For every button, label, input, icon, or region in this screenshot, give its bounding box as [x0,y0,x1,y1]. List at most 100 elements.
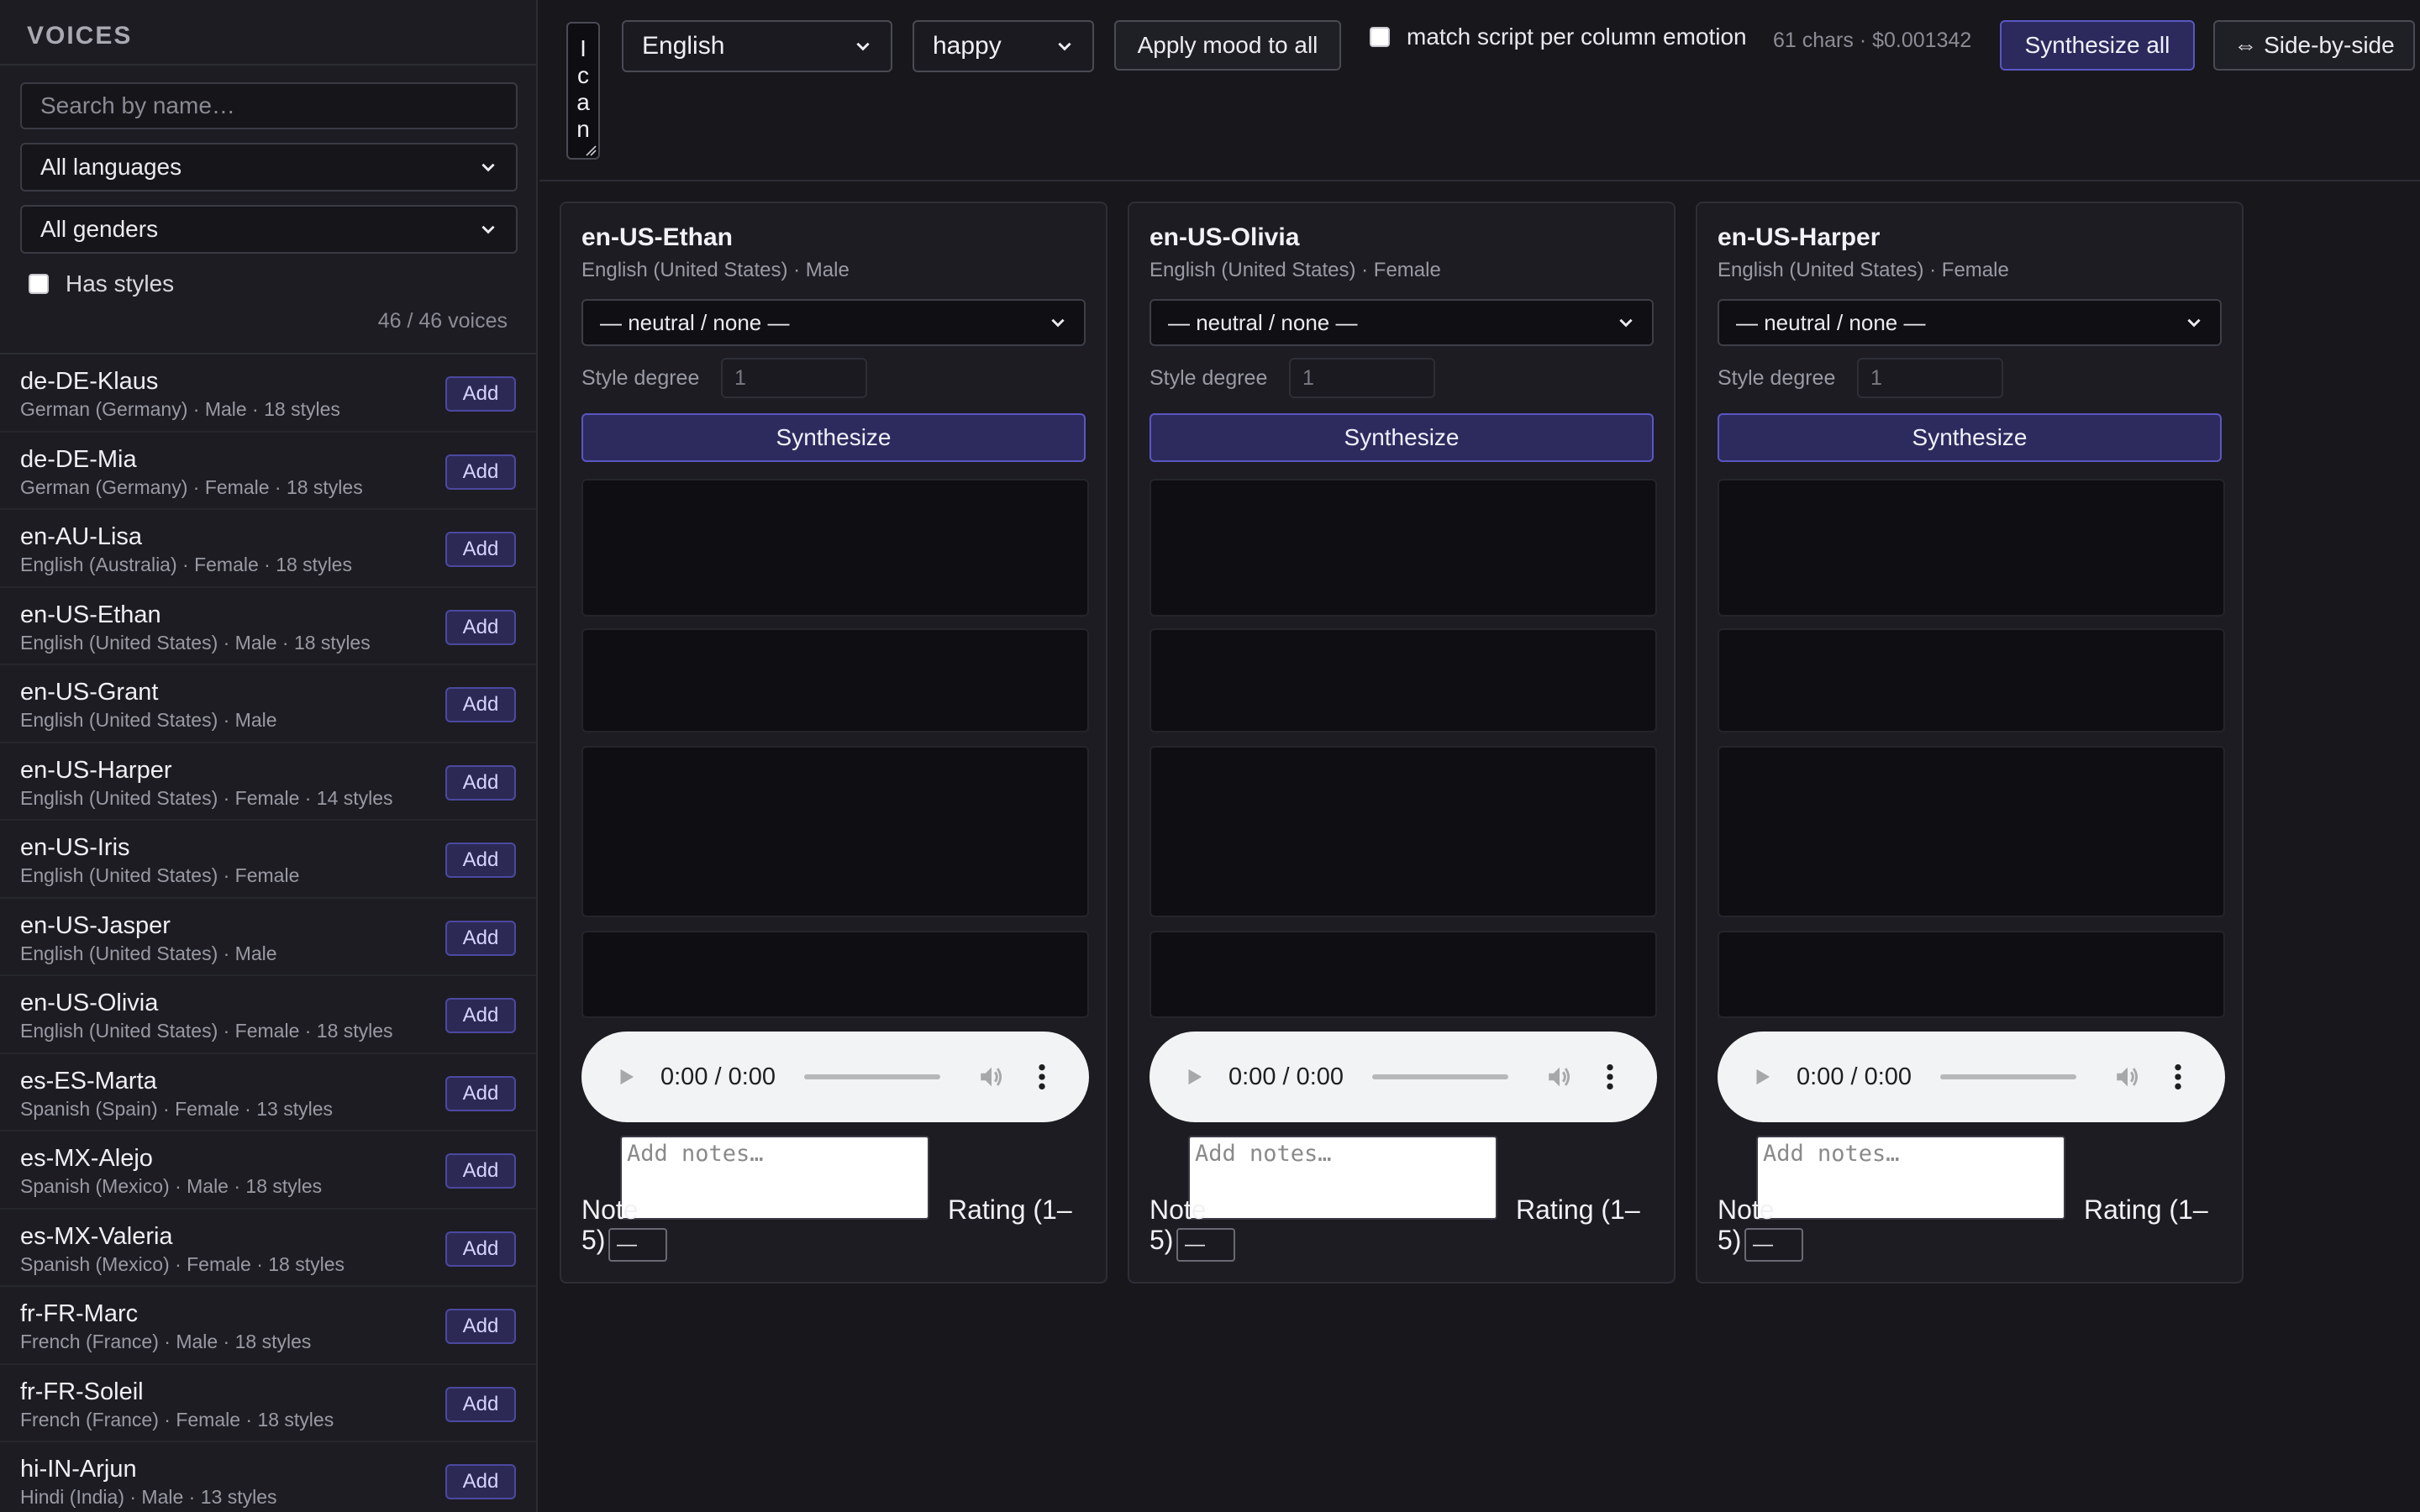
synthesize-button[interactable]: Synthesize [581,413,1086,462]
audio-seek-bar[interactable] [804,1074,941,1079]
rating-label-end: 5) [581,1225,606,1255]
voice-name: es-ES-Marta [20,1067,157,1095]
style-degree-input[interactable]: 1 [1857,358,2003,398]
voice-list-item: es-ES-Marta Spanish (Spain) · Female · 1… [0,1054,536,1131]
add-voice-button[interactable]: Add [445,1464,516,1499]
add-voice-button[interactable]: Add [445,920,516,956]
synthesize-button[interactable]: Synthesize [1150,413,1654,462]
voices-sidebar: VOICES All languages All genders Has sty… [0,0,538,1512]
style-select[interactable]: — neutral / none — [1718,299,2222,346]
audio-seek-bar[interactable] [1372,1074,1509,1079]
voice-meta: Hindi (India) · Male · 13 styles [20,1486,277,1508]
style-select[interactable]: — neutral / none — [1150,299,1654,346]
play-icon[interactable] [615,1066,637,1088]
output-panel [1150,479,1657,617]
synthesize-all-button[interactable]: Synthesize all [2000,20,2195,71]
voice-search-input[interactable] [20,82,518,129]
voice-column: en-US-Olivia English (United States) · F… [1128,202,1676,1284]
style-degree-input[interactable]: 1 [721,358,867,398]
style-degree-label: Style degree [1150,366,1268,390]
cost-estimate: 61 chars · $0.001342 [1773,29,1972,52]
add-voice-button[interactable]: Add [445,764,516,801]
add-voice-button[interactable]: Add [445,687,516,722]
match-script-label: match script per column emotion [1407,24,1747,50]
chevron-down-icon [1051,318,1065,328]
mood-select[interactable]: happy [913,20,1094,72]
audio-player: 0:00 / 0:00 [581,1032,1089,1122]
play-icon[interactable] [1751,1066,1773,1088]
side-by-side-button[interactable]: ⇔ Side-by-side [2213,20,2415,71]
voice-meta: German (Germany) · Male · 18 styles [20,398,340,420]
audio-time: 0:00 / 0:00 [1228,1063,1344,1090]
more-options-icon[interactable] [1606,1063,1614,1091]
rating-label-end: 5) [1150,1225,1174,1255]
add-voice-button[interactable]: Add [445,532,516,567]
rating-select[interactable]: — [608,1228,667,1262]
volume-icon[interactable] [2113,1063,2142,1091]
voice-name: en-AU-Lisa [20,523,143,550]
notes-textarea[interactable] [1756,1136,2065,1220]
language-filter-select[interactable]: All languages [20,143,518,192]
add-voice-button[interactable]: Add [445,454,516,490]
audio-seek-bar[interactable] [1940,1074,2077,1079]
voice-meta: Spanish (Mexico) · Female · 18 styles [20,1252,345,1275]
add-voice-button[interactable]: Add [445,376,516,412]
add-voice-button[interactable]: Add [445,998,516,1033]
notes-label: Note [1150,1194,1207,1225]
voice-meta: Spanish (Mexico) · Male · 18 styles [20,1175,323,1197]
rating-label-end: 5) [1718,1225,1742,1255]
rating-select[interactable]: — [1744,1228,1803,1262]
has-styles-filter[interactable]: Has styles [20,270,516,297]
resize-grip-icon[interactable] [585,144,597,156]
add-voice-button[interactable]: Add [445,1309,516,1344]
language-select[interactable]: English [622,20,892,72]
voice-column: en-US-Ethan English (United States) · Ma… [560,202,1107,1284]
voice-meta: German (Germany) · Female · 18 styles [20,475,363,498]
voice-meta: French (France) · Male · 18 styles [20,1331,312,1352]
script-char: I [580,35,587,61]
voice-list-item: en-US-Olivia English (United States) · F… [0,976,536,1054]
voice-name: en-US-Harper [20,756,172,784]
add-voice-button[interactable]: Add [445,1386,516,1422]
add-voice-button[interactable]: Add [445,1075,516,1111]
output-panel [581,628,1089,732]
add-voice-button[interactable]: Add [445,843,516,878]
more-options-icon[interactable] [1038,1063,1046,1091]
gender-filter-select[interactable]: All genders [20,205,518,254]
synthesize-button[interactable]: Synthesize [1718,413,2222,462]
style-select-value: — neutral / none — [600,309,790,335]
column-voice-meta: English (United States) · Female [1150,259,1441,281]
has-styles-checkbox[interactable] [29,274,49,294]
volume-icon[interactable] [1545,1063,1574,1091]
has-styles-label: Has styles [66,270,175,297]
add-voice-button[interactable]: Add [445,1231,516,1267]
add-voice-button[interactable]: Add [445,609,516,645]
sidebar-title: VOICES [27,22,133,50]
chevron-down-icon [1058,42,1071,51]
style-select[interactable]: — neutral / none — [581,299,1086,346]
style-degree-input[interactable]: 1 [1289,358,1435,398]
voice-list-item: en-US-Jasper English (United States) · M… [0,899,536,976]
script-textarea[interactable]: I c a n [566,22,600,160]
play-icon[interactable] [1183,1066,1205,1088]
voice-meta: English (United States) · Male [20,709,277,731]
volume-icon[interactable] [977,1063,1006,1091]
voice-name: fr-FR-Soleil [20,1378,144,1405]
match-script-toggle[interactable]: match script per column emotion [1370,24,1747,50]
more-options-icon[interactable] [2174,1063,2182,1091]
notes-textarea[interactable] [620,1136,929,1220]
notes-textarea[interactable] [1188,1136,1497,1220]
add-voice-button[interactable]: Add [445,1153,516,1189]
rating-select[interactable]: — [1176,1228,1235,1262]
language-filter-value: All languages [40,154,182,180]
apply-mood-button[interactable]: Apply mood to all [1114,20,1341,71]
voice-list-item: de-DE-Mia German (Germany) · Female · 18… [0,433,536,510]
style-degree-label: Style degree [1718,366,1836,390]
voice-name: en-US-Jasper [20,911,171,939]
match-script-checkbox[interactable] [1370,27,1390,47]
chevron-down-icon [481,225,495,234]
language-select-value: English [642,32,725,60]
column-voice-meta: English (United States) · Female [1718,259,2009,281]
voice-list-item: en-US-Harper English (United States) · F… [0,743,536,821]
output-panel [1718,628,2225,732]
